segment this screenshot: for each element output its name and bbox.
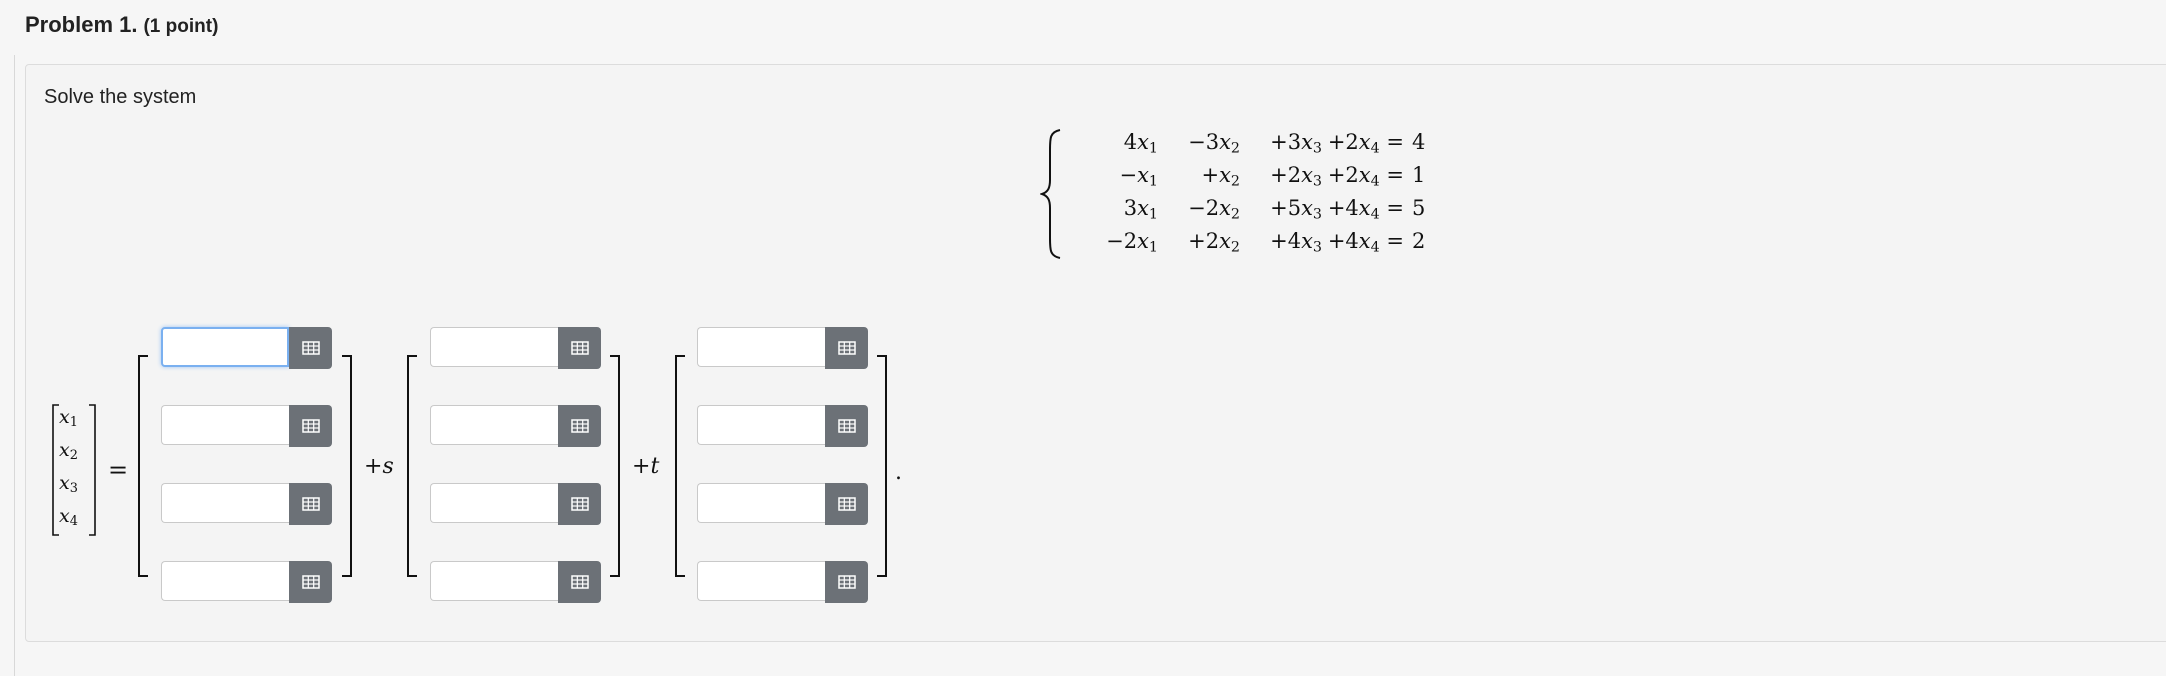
equation-term: −2x2 <box>1188 196 1240 223</box>
col1-left-bracket <box>407 355 417 577</box>
grid-icon <box>301 419 320 433</box>
answer-input-col2-row3[interactable] <box>697 561 825 601</box>
x-vector-right-bracket <box>89 404 96 536</box>
grid-icon <box>570 497 589 511</box>
problem-title: Problem 1. <box>25 12 138 37</box>
answer-input-col2-row0[interactable] <box>697 327 825 367</box>
col1-right-bracket <box>610 355 620 577</box>
matrix-entry-button[interactable] <box>289 405 332 447</box>
grid-icon <box>570 341 589 355</box>
matrix-entry-button[interactable] <box>558 405 601 447</box>
equation-term: +3x3 <box>1270 130 1322 157</box>
param-t: +t <box>632 454 660 479</box>
left-border <box>14 55 15 676</box>
answer-input-col1-row3[interactable] <box>430 561 558 601</box>
answer-field-group <box>161 561 332 605</box>
answer-field-group <box>430 561 601 605</box>
equation-row: 4x1 −3x2 +3x3 +2x4 = 4 <box>1058 130 1448 164</box>
problem-points: (1 point) <box>143 16 219 37</box>
col0-right-bracket <box>342 355 352 577</box>
answer-field-group <box>161 483 332 527</box>
equation-term: +4x4 = <box>1327 229 1404 256</box>
answer-field-group <box>697 405 868 449</box>
equation-term: +4x3 <box>1270 229 1322 256</box>
matrix-entry-button[interactable] <box>289 327 332 369</box>
equation-term: 4x1 <box>1123 130 1158 157</box>
matrix-entry-button[interactable] <box>825 327 868 369</box>
matrix-entry-button[interactable] <box>289 561 332 603</box>
col2-right-bracket <box>877 355 887 577</box>
col0-left-bracket <box>138 355 148 577</box>
equation-term: +2x4 = <box>1327 163 1404 190</box>
equation-row: −2x1 +2x2 +4x3 +4x4 = 2 <box>1058 229 1448 263</box>
grid-icon <box>570 575 589 589</box>
equation-term: +2x4 = <box>1327 130 1404 157</box>
answer-input-col0-row1[interactable] <box>161 405 289 445</box>
end-period: . <box>895 460 902 485</box>
matrix-entry-button[interactable] <box>825 405 868 447</box>
equation-term: −3x2 <box>1188 130 1240 157</box>
answer-input-col1-row0[interactable] <box>430 327 558 367</box>
answer-input-col0-row0[interactable] <box>161 327 289 367</box>
param-s: +s <box>364 454 394 479</box>
matrix-entry-button[interactable] <box>825 483 868 525</box>
x-vector: x1 x2 x3 x4 <box>51 404 97 536</box>
grid-icon <box>301 575 320 589</box>
answer-field-group <box>161 405 332 449</box>
matrix-entry-button[interactable] <box>289 483 332 525</box>
answer-input-col1-row2[interactable] <box>430 483 558 523</box>
grid-icon <box>837 575 856 589</box>
equation-term: +2x3 <box>1270 163 1322 190</box>
grid-icon <box>837 497 856 511</box>
x-vector-entry: x2 <box>59 439 78 464</box>
equation-rhs: 1 <box>1412 163 1426 187</box>
answer-input-col2-row1[interactable] <box>697 405 825 445</box>
answer-field-group <box>430 327 601 371</box>
equation-term: −2x1 <box>1106 229 1158 256</box>
equation-term: +4x4 = <box>1327 196 1404 223</box>
equation-row: 3x1 −2x2 +5x3 +4x4 = 5 <box>1058 196 1448 230</box>
answer-field-group <box>697 561 868 605</box>
answer-input-col2-row2[interactable] <box>697 483 825 523</box>
matrix-entry-button[interactable] <box>558 561 601 603</box>
answer-field-group <box>430 483 601 527</box>
equation-term: 3x1 <box>1123 196 1158 223</box>
problem-header: Problem 1. (1 point) <box>25 12 218 38</box>
grid-icon <box>570 419 589 433</box>
x-vector-entry: x4 <box>59 505 78 530</box>
matrix-entry-button[interactable] <box>825 561 868 603</box>
equation-rhs: 2 <box>1412 229 1426 253</box>
equation-term: −x1 <box>1119 163 1158 190</box>
problem-prompt: Solve the system <box>44 86 197 108</box>
x-vector-entry: x3 <box>59 472 78 497</box>
grid-icon <box>301 497 320 511</box>
answer-input-col0-row3[interactable] <box>161 561 289 601</box>
equation-rhs: 4 <box>1412 130 1426 154</box>
answer-field-group <box>697 483 868 527</box>
answer-input-col0-row2[interactable] <box>161 483 289 523</box>
answer-field-group <box>161 327 332 371</box>
grid-icon <box>837 341 856 355</box>
answer-field-group <box>430 405 601 449</box>
equation-term: +2x2 <box>1188 229 1240 256</box>
equation-term: +5x3 <box>1270 196 1322 223</box>
col2-left-bracket <box>675 355 685 577</box>
equals-sign: = <box>108 456 129 484</box>
answer-field-group <box>697 327 868 371</box>
x-vector-entry: x1 <box>59 406 78 431</box>
answer-input-col1-row1[interactable] <box>430 405 558 445</box>
grid-icon <box>837 419 856 433</box>
grid-icon <box>301 341 320 355</box>
equation-term: +x2 <box>1201 163 1240 190</box>
matrix-entry-button[interactable] <box>558 327 601 369</box>
equation-rhs: 5 <box>1412 196 1426 220</box>
equation-row: −x1 +x2 +2x3 +2x4 = 1 <box>1058 163 1448 197</box>
matrix-entry-button[interactable] <box>558 483 601 525</box>
equation-system: 4x1 −3x2 +3x3 +2x4 = 4 −x1 +x2 +2x3 +2x4 = 1 3x1 −2… <box>1040 128 1440 260</box>
